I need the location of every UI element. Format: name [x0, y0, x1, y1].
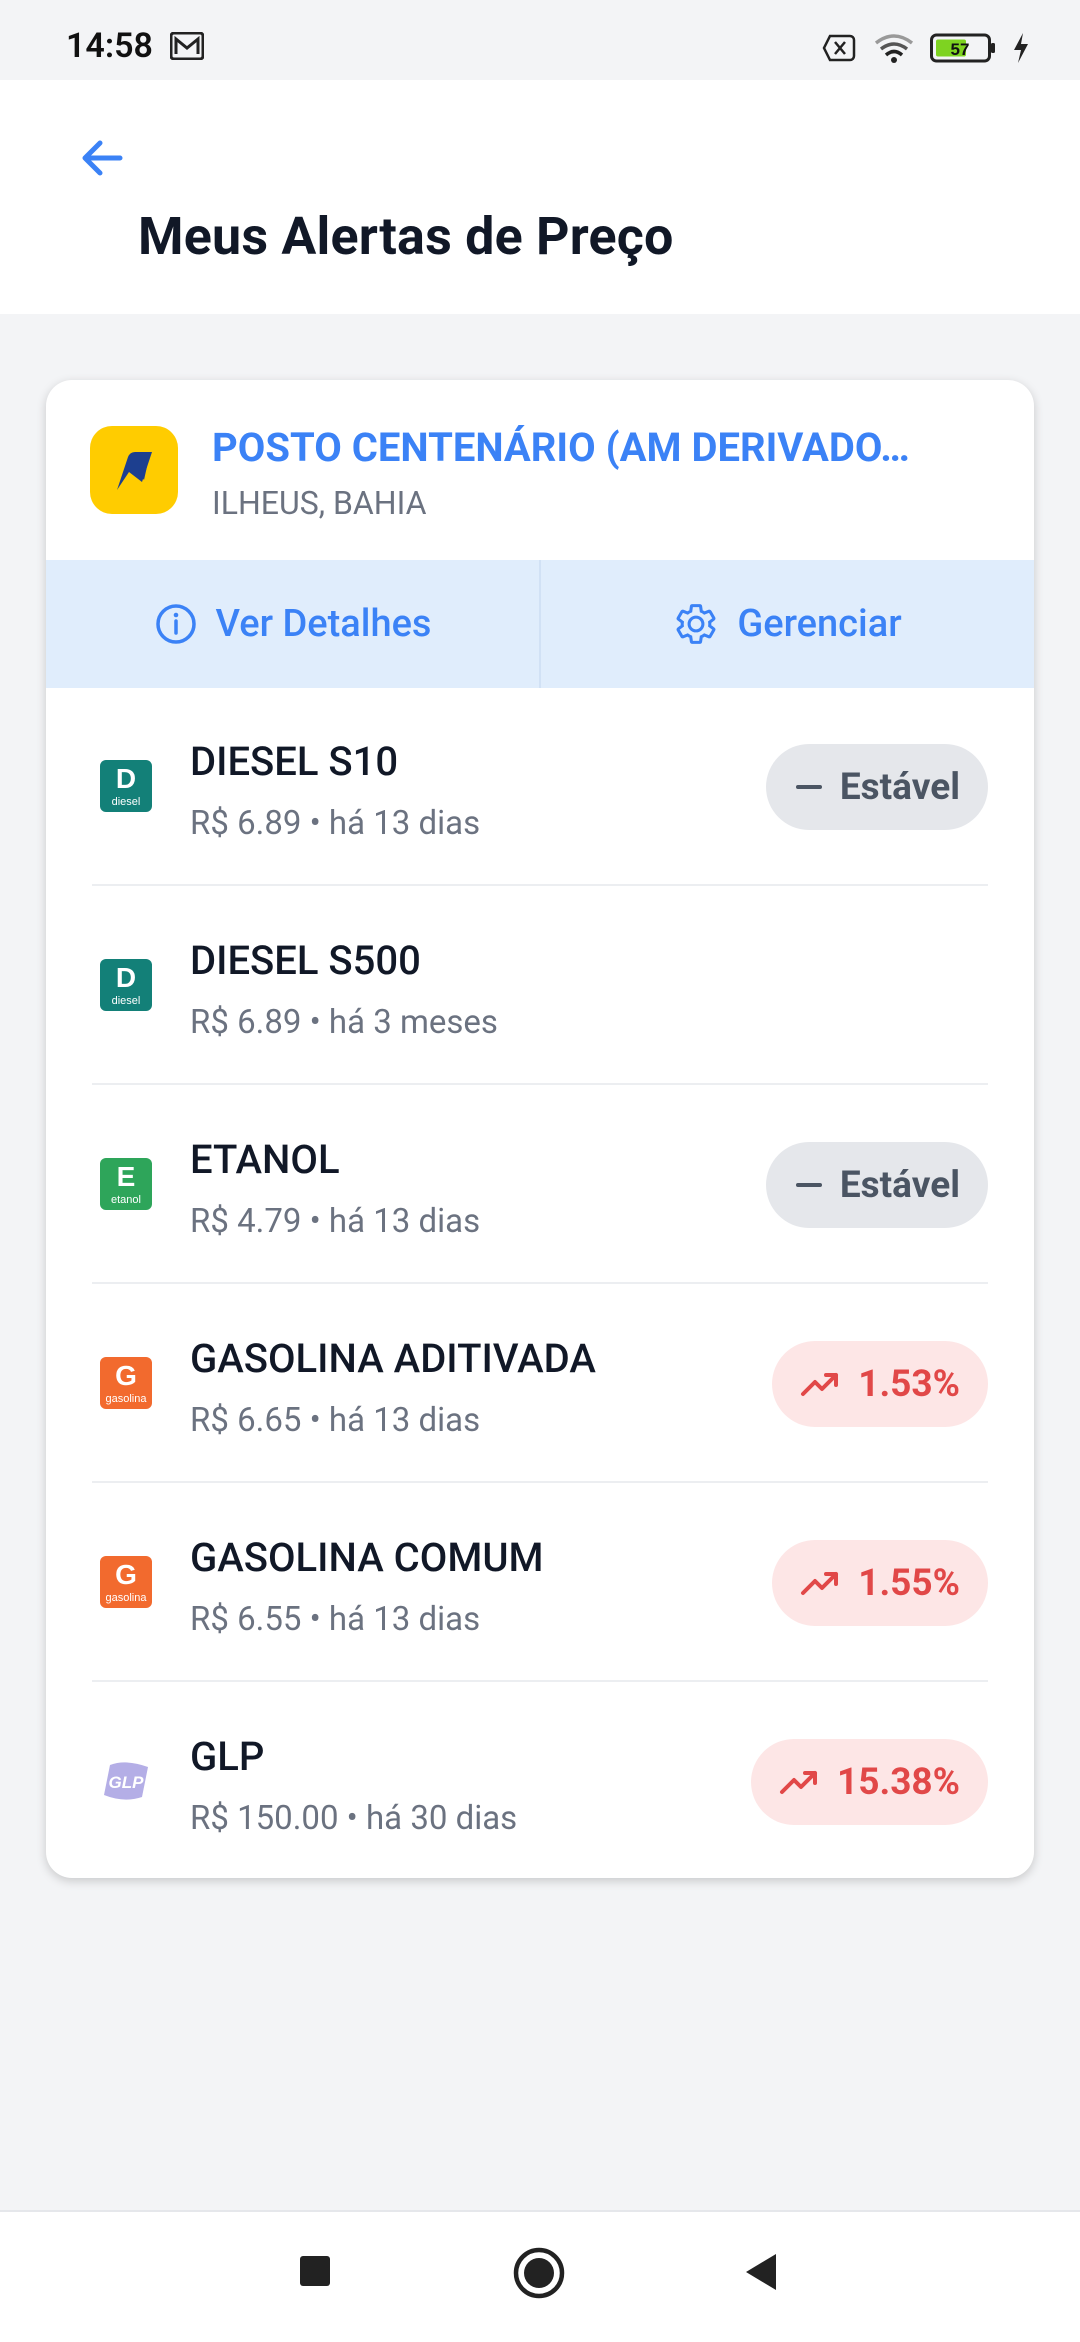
fuel-price-info: R$ 4.79 • há 13 dias [190, 1202, 481, 1241]
row-divider [92, 1481, 988, 1483]
trend-label: Estável [839, 765, 960, 809]
fuel-icon-letter: G [115, 1360, 137, 1391]
fuel-name: ETANOL [190, 1136, 340, 1183]
glp-fuel-icon: GLP [104, 1762, 148, 1800]
minus-icon [795, 1183, 822, 1187]
fuel-alert-row[interactable]: Ddiesel DIESEL S10 R$ 6.89 • há 13 dias Est… [92, 688, 988, 886]
fuel-name: GLP [190, 1733, 265, 1780]
gmail-notification-icon [170, 32, 204, 60]
etanol-fuel-icon: Eetanol [100, 1158, 152, 1210]
fuel-name: GASOLINA COMUM [190, 1534, 544, 1581]
trend-badge-stable: Estável [765, 1142, 988, 1228]
fuel-icon-letter: E [116, 1161, 136, 1192]
status-time: 14:58 [66, 26, 153, 66]
gasolina-fuel-icon: Ggasolina [100, 1357, 152, 1409]
charging-icon [1014, 33, 1028, 63]
sim-off-icon [822, 34, 856, 62]
fuel-icon-caption: gasolina [105, 1393, 147, 1405]
diesel-fuel-icon: Ddiesel [100, 959, 152, 1011]
fuel-icon-caption: gasolina [105, 1592, 147, 1604]
station-actions: Ver Detalhes Gerenciar [46, 560, 1034, 688]
station-location: ILHEUS, BAHIA [212, 484, 427, 522]
trending-up-icon [801, 1572, 839, 1595]
fuel-price-info: R$ 6.55 • há 13 dias [190, 1600, 481, 1639]
row-divider [92, 1083, 988, 1085]
fuel-alert-row[interactable]: Eetanol ETANOL R$ 4.79 • há 13 dias Estável [92, 1086, 988, 1284]
trend-badge-up: 1.53% [772, 1341, 988, 1427]
gasolina-fuel-icon: Ggasolina [100, 1556, 152, 1608]
trending-up-icon [801, 1373, 839, 1396]
details-button[interactable]: Ver Detalhes [46, 560, 539, 688]
trend-badge-up: 1.55% [772, 1540, 988, 1626]
fuel-name: DIESEL S500 [190, 937, 421, 984]
row-divider [92, 1680, 988, 1682]
trend-label: Estável [839, 1163, 960, 1207]
fuel-price-info: R$ 6.89 • há 13 dias [190, 804, 481, 843]
trend-label: 1.53% [858, 1362, 960, 1406]
fuel-alert-row[interactable]: GLP GLP R$ 150.00 • há 30 dias 15.38% [92, 1683, 988, 1878]
fuel-icon-letter: G [115, 1559, 137, 1590]
fuel-price-info: R$ 150.00 • há 30 dias [190, 1799, 518, 1838]
fuel-name: GASOLINA ADITIVADA [190, 1335, 596, 1382]
info-icon [155, 604, 196, 644]
fuel-name: DIESEL S10 [190, 738, 399, 785]
fuel-icon-letter: D [115, 962, 137, 993]
gear-icon [676, 604, 716, 644]
wifi-icon [874, 34, 914, 63]
fuel-icon-letter: D [115, 763, 137, 794]
manage-button[interactable]: Gerenciar [539, 560, 1034, 688]
details-button-label: Ver Detalhes [215, 602, 432, 646]
fuel-price-info: R$ 6.89 • há 3 meses [190, 1003, 498, 1042]
station-alert-card: POSTO CENTENÁRIO (AM DERIVADO… ILHEUS, B… [46, 380, 1034, 1878]
trend-badge-up: 15.38% [751, 1739, 988, 1825]
fuel-alert-row[interactable]: Ggasolina GASOLINA ADITIVADA R$ 6.65 • há … [92, 1285, 988, 1483]
back-arrow-icon[interactable] [78, 134, 126, 182]
svg-text:GLP: GLP [109, 1773, 145, 1792]
system-navigation-bar [0, 2210, 1080, 2342]
battery-level: 57 [951, 40, 970, 59]
recents-icon[interactable] [298, 2254, 332, 2288]
trending-up-icon [780, 1771, 817, 1794]
fuel-icon-caption: diesel [111, 796, 141, 808]
back-nav-icon[interactable] [742, 2252, 780, 2292]
fuel-price-info: R$ 6.65 • há 13 dias [190, 1401, 481, 1440]
fuel-alert-row[interactable]: Ggasolina GASOLINA COMUM R$ 6.55 • há 13 d… [92, 1484, 988, 1682]
app-bar [0, 80, 1080, 314]
fuel-icon-caption: diesel [111, 995, 141, 1007]
status-icons: 57 [822, 30, 1030, 66]
trend-label: 15.38% [837, 1760, 960, 1804]
battery-icon: 57 [930, 33, 995, 63]
home-icon[interactable] [512, 2246, 566, 2300]
trend-label: 1.55% [858, 1561, 960, 1605]
fuel-icon-caption: etanol [111, 1194, 141, 1206]
minus-icon [795, 785, 822, 789]
page-title: Meus Alertas de Preço [138, 206, 674, 267]
fuel-alert-row[interactable]: Ddiesel DIESEL S500 R$ 6.89 • há 3 meses [92, 887, 988, 1085]
row-divider [92, 884, 988, 886]
brand-mark-icon [117, 452, 152, 490]
manage-button-label: Gerenciar [737, 602, 902, 646]
station-brand-logo [90, 426, 178, 514]
trend-badge-stable: Estável [765, 744, 988, 830]
station-name[interactable]: POSTO CENTENÁRIO (AM DERIVADO… [212, 424, 910, 471]
diesel-fuel-icon: Ddiesel [100, 760, 152, 812]
row-divider [92, 1282, 988, 1284]
status-bar: 14:58 57 [0, 0, 1080, 80]
